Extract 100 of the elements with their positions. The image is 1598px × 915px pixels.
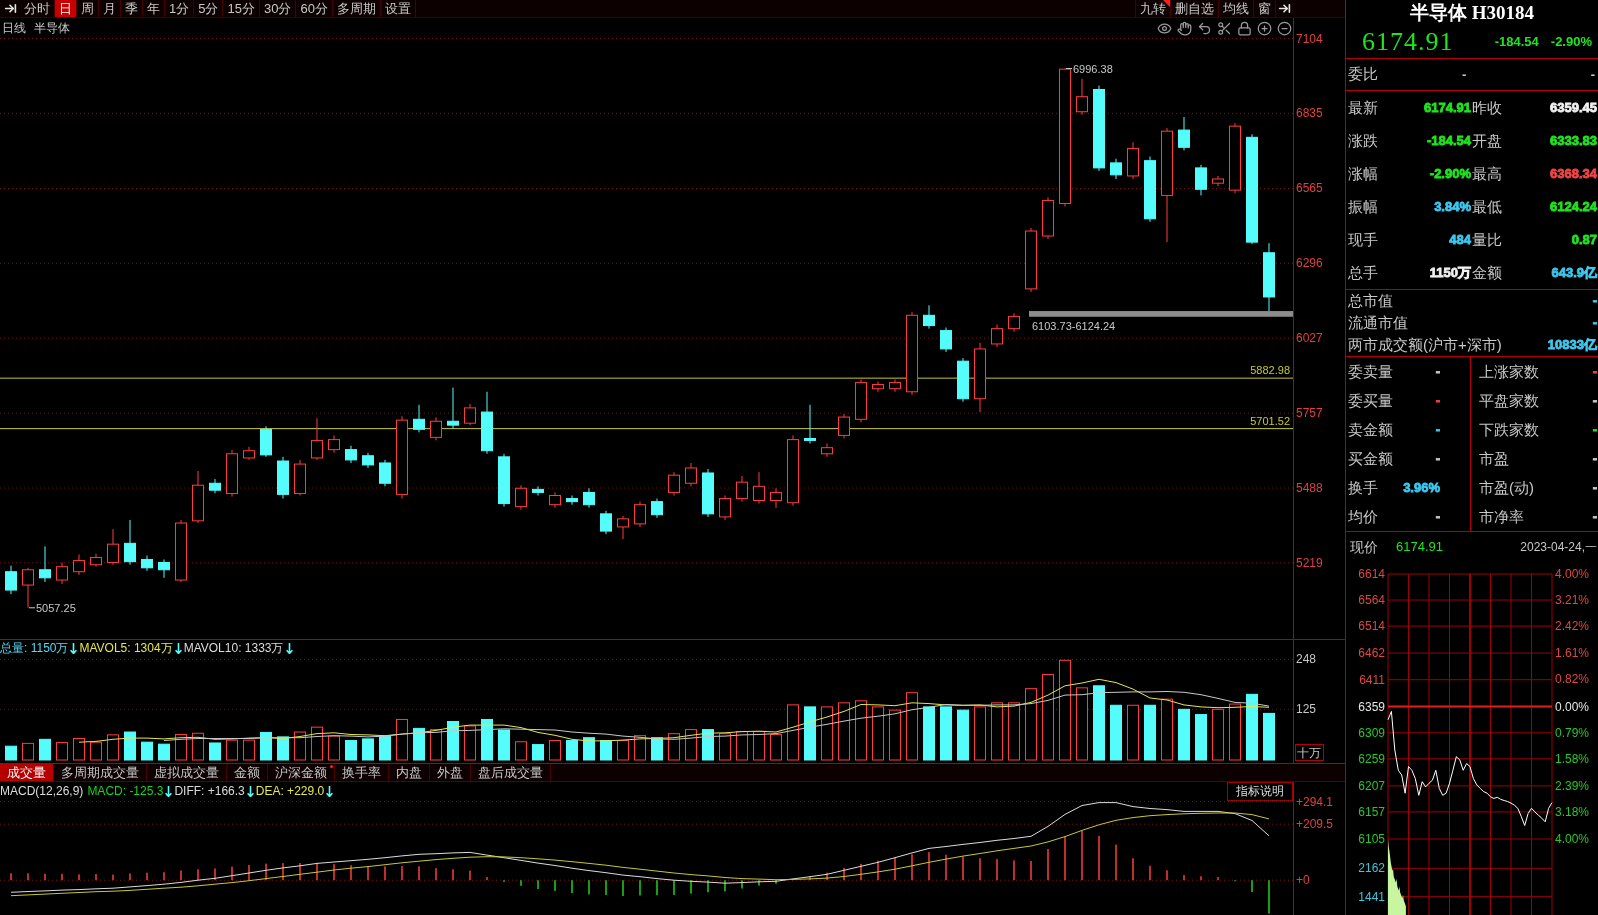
field-label: 涨幅: [1348, 164, 1378, 183]
indicator-title: MACD(12,26,9): [0, 784, 84, 799]
axis-label: 125: [1296, 702, 1317, 717]
axis-label: 6359: [1358, 699, 1385, 714]
axis-label: 3.18%: [1555, 804, 1590, 819]
field-label: 换手: [1348, 478, 1378, 497]
field-value: -: [1435, 391, 1440, 410]
field-value: 1150万: [1429, 263, 1471, 282]
field-label: 下跌家数: [1479, 420, 1539, 439]
field-label: 总手: [1348, 263, 1378, 282]
axis-label: +294.1: [1296, 794, 1334, 809]
band-label: 6103.73-6124.24: [1032, 319, 1116, 332]
axis-label: 2.42%: [1555, 619, 1590, 634]
field-label: 两市成交额(沪市+深市): [1348, 336, 1502, 354]
field-value: -: [1592, 507, 1597, 526]
axis-label: +0: [1296, 873, 1310, 888]
price-change: -184.54: [1494, 32, 1539, 51]
field-label: 总市值: [1348, 292, 1393, 310]
field-value: -: [1592, 478, 1597, 497]
legend-label: 总量: 1150万: [0, 641, 69, 656]
axis-label: 6207: [1358, 778, 1385, 793]
axis-label: 6614: [1358, 567, 1385, 581]
axis-label: 0.82%: [1555, 672, 1590, 687]
field-value: -: [1592, 449, 1597, 468]
current-price: 6174.91: [1396, 538, 1443, 557]
field-value: -: [1590, 65, 1595, 84]
axis-label: 1.58%: [1555, 751, 1590, 766]
axis-label: 6105: [1358, 832, 1385, 846]
field-label: 涨跌: [1348, 131, 1378, 150]
field-label: 委比: [1348, 64, 1379, 85]
axis-label: 3.21%: [1555, 593, 1590, 608]
last-price: 6174.91: [1362, 26, 1454, 57]
axis-label: +209.5: [1296, 817, 1334, 832]
legend-label: MAVOL10: 1333万: [183, 641, 284, 656]
axis-label: 6411: [1359, 672, 1385, 687]
axis-label: 6564: [1358, 593, 1385, 608]
field-value: -: [1592, 362, 1597, 381]
field-label: 上涨家数: [1479, 362, 1539, 381]
field-label: 振幅: [1348, 197, 1378, 216]
date-label: 2023-04-24,一: [1520, 539, 1597, 556]
axis-label: 1.61%: [1555, 646, 1590, 661]
axis-label: 6259: [1358, 751, 1385, 766]
axis-label: 2162: [1358, 861, 1385, 876]
annotation: 5057.25: [36, 601, 76, 614]
field-value: -2.90%: [1429, 164, 1471, 183]
field-label: 最高: [1472, 164, 1502, 183]
field-value: 6333.83: [1550, 131, 1597, 150]
security-name: 半导体: [34, 21, 70, 35]
axis-label: 5757: [1296, 406, 1323, 421]
reference-label: 5882.98: [1250, 364, 1290, 377]
field-value: -: [1592, 420, 1597, 439]
axis-label: 5219: [1296, 555, 1323, 570]
security-title: 半导体 H30184: [1410, 1, 1534, 24]
field-label: 市净率: [1479, 507, 1524, 526]
field-label: 最低: [1472, 197, 1502, 216]
unit-label: 十万: [1295, 744, 1324, 761]
field-value: 6124.24: [1550, 197, 1597, 216]
field-value: 3.96%: [1403, 478, 1440, 497]
reference-label: 5701.52: [1250, 414, 1290, 427]
field-label: 现手: [1348, 230, 1378, 249]
axis-label: 6462: [1358, 646, 1385, 661]
field-label: 卖金额: [1348, 420, 1393, 439]
axis-label: 6835: [1296, 106, 1323, 121]
field-label: 均价: [1348, 507, 1378, 526]
field-label: 委买量: [1348, 391, 1393, 410]
axis-label: 6027: [1296, 331, 1323, 346]
axis-label: 1441: [1358, 889, 1385, 904]
field-label: 现价: [1350, 537, 1379, 557]
field-value: -: [1435, 420, 1440, 439]
legend-label: DIFF: +166.3: [174, 784, 245, 799]
annotation: 6996.38: [1073, 62, 1113, 75]
field-value: 0.87: [1571, 230, 1597, 249]
field-value: -: [1592, 391, 1597, 410]
field-label: 平盘家数: [1479, 391, 1539, 410]
field-value: -: [1435, 362, 1440, 381]
legend-label: DEA: +229.0: [255, 784, 325, 799]
axis-label: 6296: [1296, 256, 1323, 271]
field-value: 6174.91: [1424, 98, 1471, 117]
axis-label: 4.00%: [1555, 832, 1590, 846]
field-label: 量比: [1472, 230, 1502, 249]
axis-label: 6309: [1358, 725, 1385, 740]
price-change-percent: -2.90%: [1550, 32, 1592, 51]
legend-label: MACD: -125.3: [87, 784, 164, 799]
axis-label: 0.00%: [1555, 699, 1590, 714]
field-label: 市盈(动): [1479, 478, 1534, 497]
field-label: 委卖量: [1348, 362, 1393, 381]
field-value: 3.84%: [1434, 197, 1471, 216]
field-value: -: [1435, 507, 1440, 526]
field-label: 开盘: [1472, 131, 1502, 150]
period-label: 日线: [2, 21, 26, 35]
field-value: 6368.34: [1550, 164, 1597, 183]
field-value: 6359.45: [1550, 98, 1597, 117]
axis-label: 2.39%: [1555, 778, 1590, 793]
axis-label: 6157: [1358, 804, 1385, 819]
axis-label: 5488: [1296, 481, 1323, 495]
field-label: 市盈: [1479, 449, 1509, 468]
axis-label: 6565: [1296, 181, 1323, 196]
field-value: -184.54: [1426, 131, 1471, 150]
field-label: 最新: [1348, 98, 1378, 117]
field-label: 昨收: [1472, 98, 1502, 117]
